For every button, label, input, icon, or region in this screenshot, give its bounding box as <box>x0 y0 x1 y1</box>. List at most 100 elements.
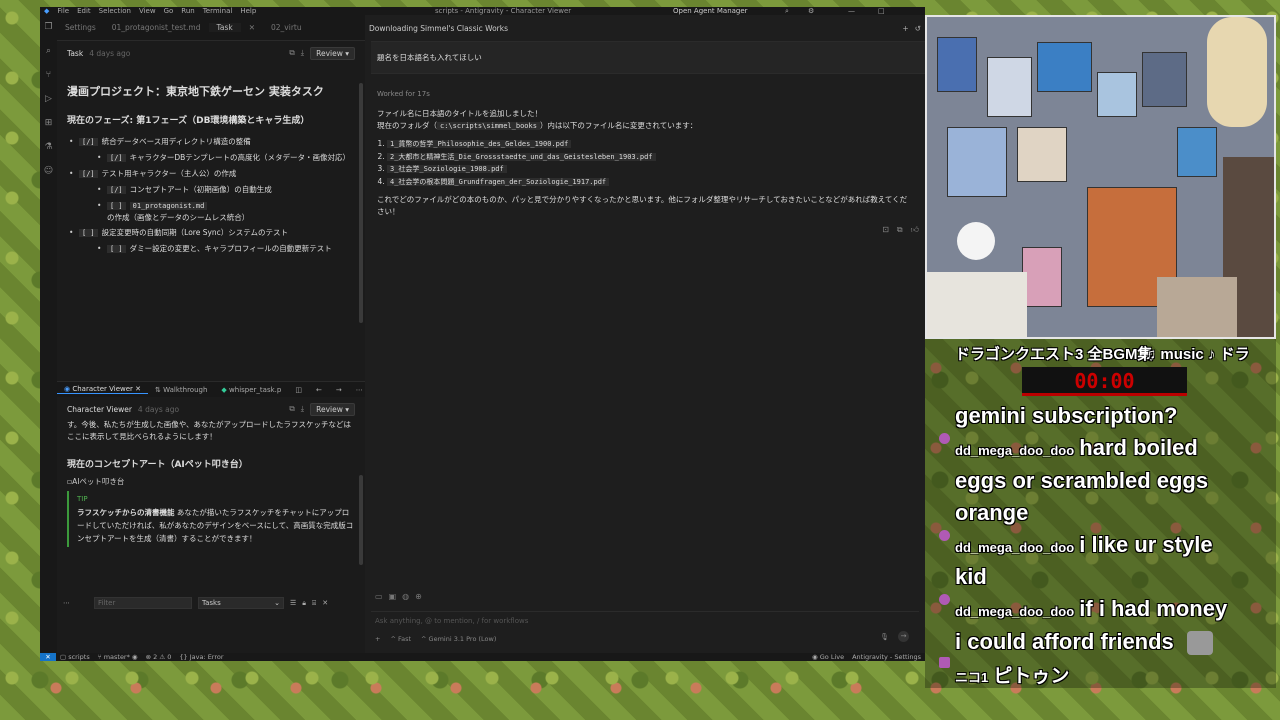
menu-terminal[interactable]: Terminal <box>199 7 237 15</box>
tab-task[interactable]: Task <box>208 23 241 32</box>
folder-status[interactable]: ▢ scripts <box>56 653 94 661</box>
scrollbar[interactable] <box>359 83 363 323</box>
character-viewer-panel: Character Viewer 4 days ago ⧉ ⤓ Review ▾… <box>57 397 365 592</box>
task-list: [/]統合データベース用ディレクトリ構造の整備 [/]キャラクターDBテンプレー… <box>67 136 355 255</box>
menu-run[interactable]: Run <box>177 7 198 15</box>
stream-chat-overlay: ドラゴンクエスト3 全BGM集 ♫ music ♪ ドラ 00:00 gemin… <box>925 339 1276 688</box>
send-button[interactable]: → <box>898 631 909 642</box>
list-icon[interactable]: ☰ <box>290 599 296 607</box>
tab-virtu[interactable]: 02_virtu <box>263 23 310 32</box>
thumbs-up-icon[interactable]: 👍︎ <box>911 225 919 235</box>
web-icon[interactable]: ◍ <box>402 592 409 601</box>
menu-file[interactable]: File <box>53 7 73 15</box>
menu-go[interactable]: Go <box>160 7 178 15</box>
testing-icon[interactable]: ⚗ <box>40 135 57 159</box>
task-checkbox[interactable]: [ ] <box>79 229 98 237</box>
review-button[interactable]: Review ▾ <box>310 46 355 60</box>
tasks-select[interactable]: Tasks ⌄ <box>198 597 284 609</box>
chat-message: orange <box>955 500 1029 525</box>
scrollbar[interactable] <box>359 475 363 565</box>
activity-bar: ❐ ⌕ ⑂ ▷ ⊞ ⚗ ☺ <box>40 15 57 653</box>
tab-character-viewer[interactable]: ◉ Character Viewer ✕ <box>57 385 149 394</box>
open-agent-manager-button[interactable]: Open Agent Manager <box>673 7 748 15</box>
task-checkbox[interactable]: [/] <box>79 170 98 178</box>
chat-input[interactable]: Ask anything, @ to mention, / for workfl… <box>375 617 528 625</box>
menu-view[interactable]: View <box>135 7 160 15</box>
wall-poster <box>1037 42 1092 92</box>
filter-input[interactable]: Filter <box>94 597 192 609</box>
history-icon[interactable]: ↺ <box>915 24 921 33</box>
task-checkbox[interactable]: [/] <box>107 186 126 194</box>
review-button[interactable]: Review ▾ <box>310 402 355 416</box>
arrow-right-icon[interactable]: → <box>329 386 349 394</box>
menu-selection[interactable]: Selection <box>95 7 135 15</box>
mode-select[interactable]: ^ Fast <box>390 635 411 643</box>
more-icon[interactable]: ⋯ <box>63 599 70 607</box>
viewer-intro: す。今後、私たちが生成した画像や、あなたがアップロードしたラフスケッチなどはここ… <box>67 420 352 441</box>
collapse-icon[interactable]: ⌸ <box>312 599 316 608</box>
gear-icon[interactable]: ⚙ <box>808 7 814 15</box>
task-checkbox[interactable]: [/] <box>107 154 126 162</box>
task-time: 4 days ago <box>89 48 131 58</box>
worked-for-label[interactable]: Worked for 17s <box>377 90 925 98</box>
search-icon[interactable]: ⌕ <box>40 39 57 63</box>
image-icon[interactable]: ▣ <box>389 592 397 601</box>
menu-help[interactable]: Help <box>236 7 260 15</box>
menu-edit[interactable]: Edit <box>73 7 95 15</box>
response-actions: ⊡ ⧉ 👍︎ <box>882 225 919 235</box>
stream-timer: 00:00 <box>1022 367 1187 396</box>
ide-window: ◆ File Edit Selection View Go Run Termin… <box>40 7 925 661</box>
app-logo-icon[interactable]: ◆ <box>40 7 53 15</box>
concept-art-heading: 現在のコンセプトアート（AIペット叩き台） <box>67 460 248 470</box>
chat-tools: ▭ ▣ ◍ ⊕ <box>375 592 422 601</box>
chat-title: Downloading Simmel's Classic Works <box>369 23 508 33</box>
problems-status[interactable]: ⊗ 2 ⚠ 0 <box>142 653 176 661</box>
copy-icon[interactable]: ⧉ <box>289 48 294 58</box>
lock-icon[interactable]: 🔒︎ <box>302 599 306 608</box>
tab-walkthrough[interactable]: ⇅ Walkthrough <box>148 386 214 394</box>
wall-poster <box>947 127 1007 197</box>
chat-message: i could afford friends <box>955 629 1174 654</box>
download-icon[interactable]: ⤓ <box>301 404 304 414</box>
plus-icon[interactable]: + <box>902 24 908 33</box>
tab-protagonist-test[interactable]: 01_protagonist_test.md <box>104 23 209 32</box>
task-checkbox[interactable]: [/] <box>79 138 98 146</box>
copy-icon[interactable]: ⧉ <box>289 404 294 414</box>
model-select[interactable]: ^ Gemini 3.1 Pro (Low) <box>421 635 496 643</box>
task-checkbox[interactable]: [ ] <box>107 245 126 253</box>
close-icon[interactable]: ✕ <box>241 23 263 32</box>
viewer-time: 4 days ago <box>137 404 180 414</box>
user-badge-icon <box>939 657 950 668</box>
copy-icon[interactable]: ⧉ <box>897 225 903 235</box>
tab-whisper-task[interactable]: ◆ whisper_task.p <box>214 386 288 394</box>
file-code: 01_protagonist.md <box>129 202 208 210</box>
task-checkbox[interactable]: [ ] <box>107 202 126 210</box>
close-icon[interactable]: ✕ <box>322 599 328 607</box>
tab-settings[interactable]: Settings <box>57 23 104 32</box>
chat-input-box[interactable]: Ask anything, @ to mention, / for workfl… <box>371 611 919 651</box>
account-icon[interactable]: ☺ <box>40 159 57 183</box>
task-title: Task <box>67 48 84 58</box>
antigravity-settings[interactable]: Antigravity - Settings <box>848 653 925 661</box>
java-status[interactable]: {} Java: Error <box>175 653 227 661</box>
run-debug-icon[interactable]: ▷ <box>40 87 57 111</box>
chat-header: Downloading Simmel's Classic Works + ↺ <box>365 15 925 41</box>
extensions-icon[interactable]: ⊞ <box>40 111 57 135</box>
file-icon[interactable]: ▭ <box>375 592 383 601</box>
add-context-icon[interactable]: + <box>375 635 380 643</box>
minimize-icon[interactable]: — <box>848 7 855 15</box>
go-live-button[interactable]: ◉ Go Live <box>808 653 848 661</box>
list-item: 1_貨幣の哲学_Philosophie_des_Geldes_1900.pdf <box>387 138 913 151</box>
microphone-icon[interactable]: 🎙︎ <box>880 633 889 641</box>
explorer-icon[interactable]: ❐ <box>40 15 57 39</box>
remote-icon[interactable]: ✕ <box>40 653 56 661</box>
arrow-left-icon[interactable]: ← <box>309 386 329 394</box>
split-icon[interactable]: ◫ <box>288 386 309 394</box>
globe-icon[interactable]: ⊕ <box>415 592 422 601</box>
source-control-icon[interactable]: ⑂ <box>40 63 57 87</box>
maximize-icon[interactable]: □ <box>878 7 885 15</box>
branch-status[interactable]: ⑂ master* ◉ <box>94 653 142 661</box>
desk-shelf <box>927 272 1027 337</box>
download-icon[interactable]: ⤓ <box>301 48 304 58</box>
insert-icon[interactable]: ⊡ <box>882 225 889 235</box>
